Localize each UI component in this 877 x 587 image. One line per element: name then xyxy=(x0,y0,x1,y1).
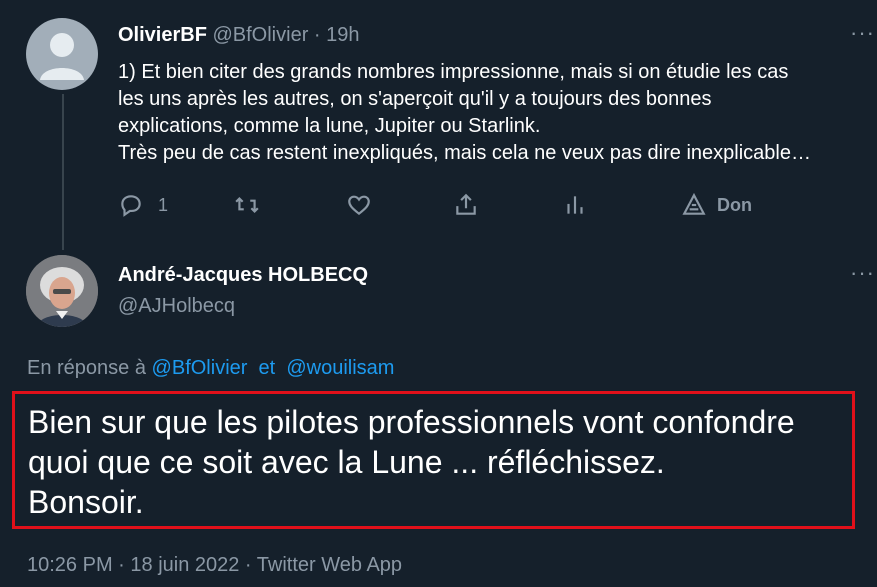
donate-label: Don xyxy=(717,194,752,215)
retweet-icon xyxy=(235,196,259,214)
tweet2-time[interactable]: 10:26 PM xyxy=(27,554,113,576)
tweet1-text-line: explications, comme la lune, Jupiter ou … xyxy=(118,115,541,137)
meta-separator: · xyxy=(239,554,257,576)
tweet2-text-line: Bien sur que les pilotes professionnels … xyxy=(28,404,795,440)
reply-context: En réponse à @BfOlivier et @wouilisam xyxy=(27,357,394,380)
thread-connector-line xyxy=(62,94,64,250)
analytics-icon xyxy=(567,196,583,214)
tweet2-more-options-icon[interactable]: ··· xyxy=(850,260,875,286)
share-button[interactable] xyxy=(453,192,479,218)
meta-separator: · xyxy=(112,554,131,576)
avatar-photo[interactable] xyxy=(26,255,98,327)
tweet2-date[interactable]: 18 juin 2022 xyxy=(130,554,239,576)
donate-button[interactable]: Don xyxy=(681,192,752,218)
avatar-default-profile-icon[interactable] xyxy=(26,18,98,90)
heart-icon xyxy=(348,195,370,216)
retweet-button[interactable] xyxy=(234,192,260,218)
tweet2-handle[interactable]: @AJHolbecq xyxy=(118,295,235,318)
tweet1-handle[interactable]: @BfOlivier xyxy=(212,24,308,46)
tweet1-text-line: 1) Et bien citer des grands nombres impr… xyxy=(118,61,789,83)
reply-prefix: En réponse à xyxy=(27,357,146,379)
tweet2-text-line: Bonsoir. xyxy=(28,484,144,520)
reply-icon xyxy=(121,195,141,217)
like-button[interactable] xyxy=(346,192,372,218)
reply-button[interactable]: 1 xyxy=(118,192,168,218)
tweet1-separator: · xyxy=(308,24,327,46)
analytics-button[interactable] xyxy=(562,192,588,218)
reply-count: 1 xyxy=(158,194,169,215)
reply-handle-link[interactable]: @wouilisam xyxy=(286,357,394,379)
tweet1-text-line: les uns après les autres, on s'aperçoit … xyxy=(118,88,712,110)
share-icon xyxy=(456,193,476,215)
tweet2-source[interactable]: Twitter Web App xyxy=(257,554,402,576)
tweet1-action-bar: 1 Don xyxy=(118,192,858,222)
tweet1-text: 1) Et bien citer des grands nombres impr… xyxy=(118,59,868,167)
tweet2-meta: 10:26 PM · 18 juin 2022 · Twitter Web Ap… xyxy=(27,554,402,577)
donate-icon xyxy=(682,192,706,215)
tweet2-text: Bien sur que les pilotes professionnels … xyxy=(28,402,795,522)
tweet2-display-name[interactable]: André-Jacques HOLBECQ xyxy=(118,264,368,287)
reply-joiner: et xyxy=(258,357,276,379)
tweet1-display-name[interactable]: OlivierBF xyxy=(118,24,207,46)
tweet2-text-line: quoi que ce soit avec la Lune ... réfléc… xyxy=(28,444,665,480)
tweet1-header: OlivierBF @BfOlivier · 19h xyxy=(118,24,360,47)
tweet1-more-options-icon[interactable]: ··· xyxy=(850,20,875,46)
tweet1-time-ago[interactable]: 19h xyxy=(326,24,359,46)
tweet1-text-line: Très peu de cas restent inexpliqués, mai… xyxy=(118,142,811,164)
reply-handle-link[interactable]: @BfOlivier xyxy=(152,357,248,379)
